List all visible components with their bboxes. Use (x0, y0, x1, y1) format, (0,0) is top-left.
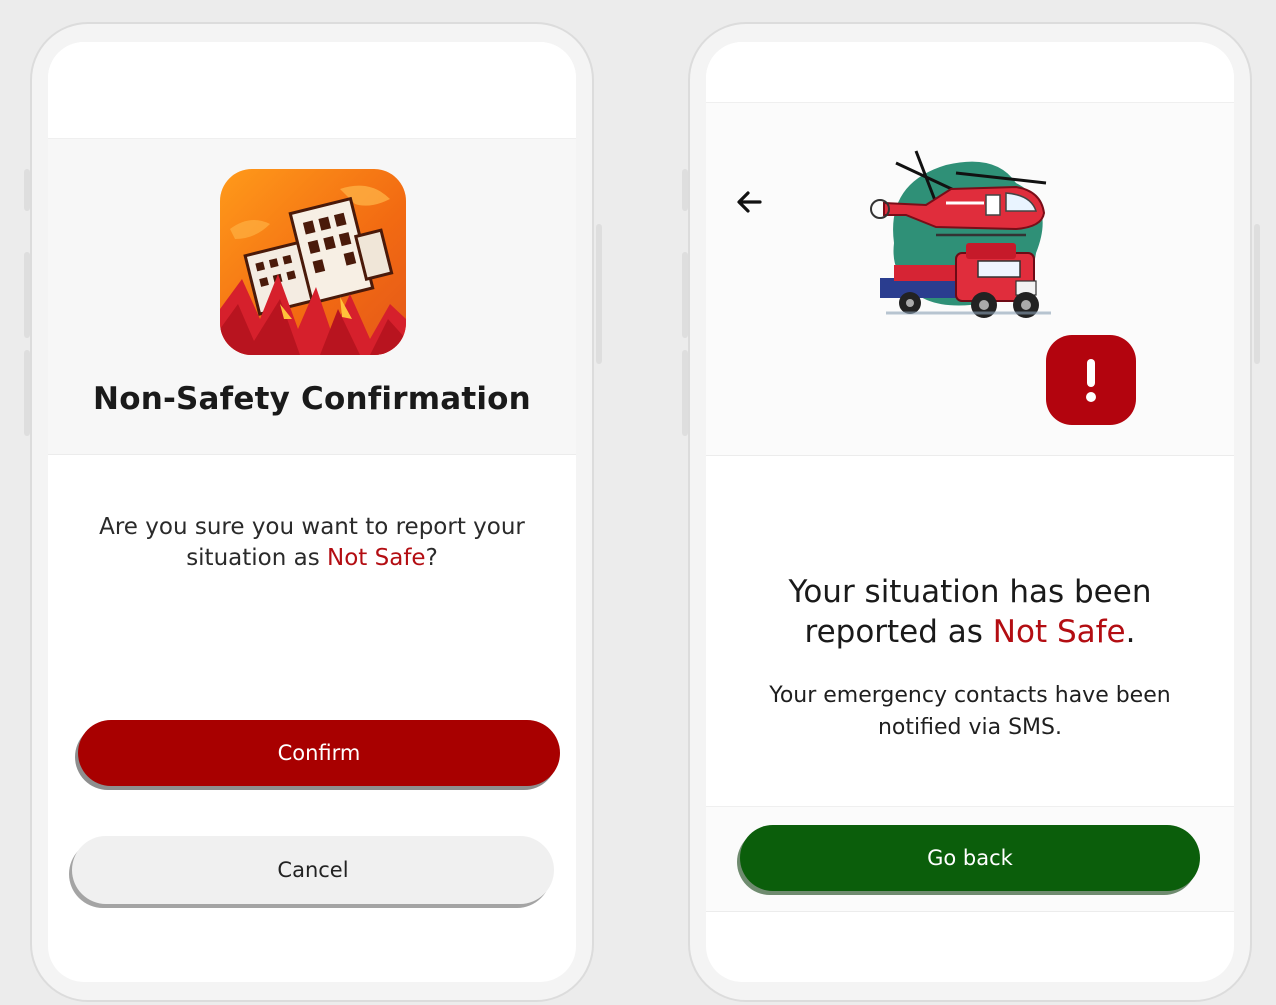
phone-frame-right: Your situation has been reported as Not … (682, 22, 1260, 1002)
phone-side-button (1254, 224, 1260, 364)
page-title: Non-Safety Confirmation (93, 381, 531, 417)
footer-card: Go back (706, 806, 1234, 912)
status-area (706, 42, 1234, 102)
header-card (706, 102, 1234, 456)
go-back-button[interactable]: Go back (740, 825, 1200, 891)
confirmation-question: Are you sure you want to report your sit… (68, 512, 556, 574)
phone-side-button (682, 169, 688, 211)
phone-side-button (682, 350, 688, 436)
not-safe-highlight: Not Safe (992, 614, 1126, 650)
collapsing-buildings-icon (220, 169, 406, 355)
phone-side-button (24, 252, 30, 338)
headline-suffix: . (1125, 614, 1136, 650)
phone-side-button (682, 252, 688, 338)
screen-non-safety-confirmation: Non-Safety Confirmation Are you sure you… (48, 42, 576, 982)
rescue-helicopter-and-truck-illustration (866, 143, 1066, 343)
exclamation-icon (1046, 335, 1136, 425)
phone-side-button (596, 224, 602, 364)
phone-side-button (24, 350, 30, 436)
status-headline: Your situation has been reported as Not … (726, 572, 1214, 652)
question-suffix: ? (425, 545, 438, 571)
not-safe-highlight: Not Safe (327, 545, 426, 571)
header-card: Non-Safety Confirmation (48, 138, 576, 455)
arrow-left-icon[interactable] (734, 187, 764, 217)
question-text: Are you sure you want to report your sit… (99, 514, 525, 571)
cancel-button[interactable]: Cancel (72, 836, 554, 904)
confirm-button[interactable]: Confirm (78, 720, 560, 786)
screen-reported-not-safe: Your situation has been reported as Not … (706, 42, 1234, 982)
phone-frame-left: Non-Safety Confirmation Are you sure you… (24, 22, 602, 1002)
phone-side-button (24, 169, 30, 211)
status-area (48, 42, 576, 138)
notification-subtext: Your emergency contacts have been notifi… (769, 683, 1171, 740)
